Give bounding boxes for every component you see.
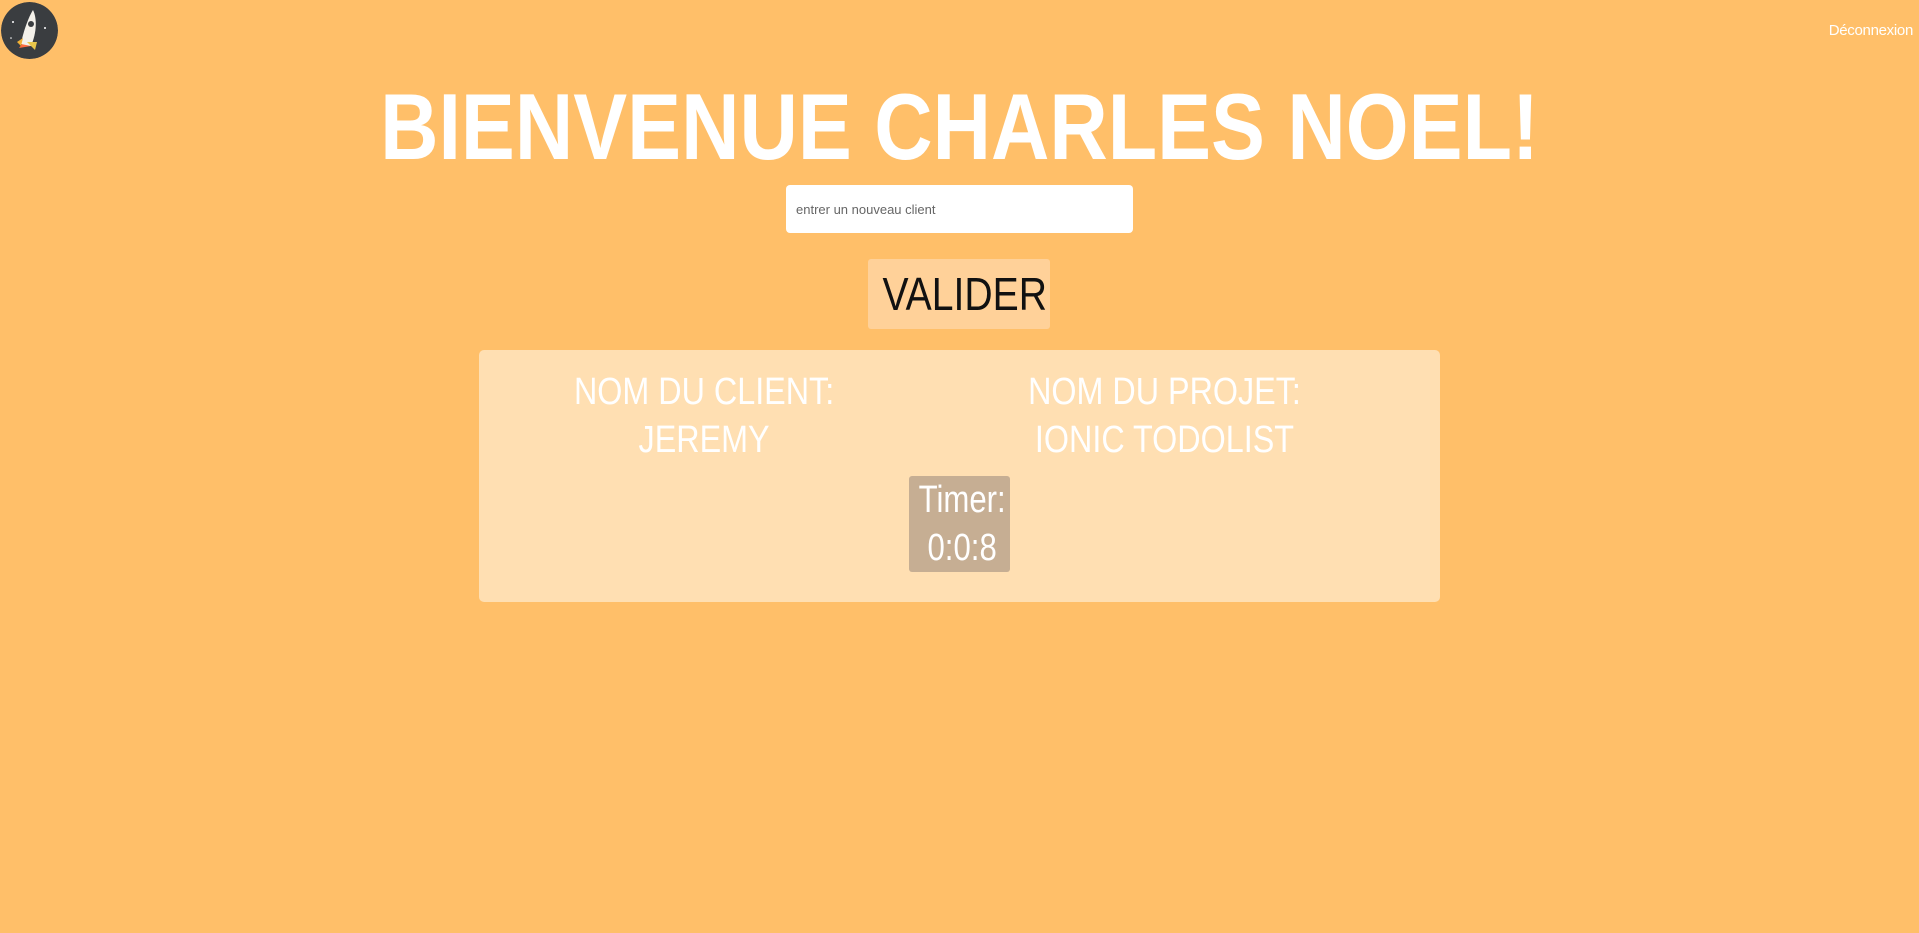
client-card: NOM DU CLIENT: JEREMY NOM DU PROJET: ION… [479,350,1440,602]
timer-value: 0:0:8 [927,527,997,569]
logout-link[interactable]: Déconnexion [1829,22,1914,39]
client-field: NOM DU CLIENT: JEREMY [484,368,924,464]
rocket-logo-icon [1,2,58,59]
new-client-input[interactable] [786,185,1133,233]
project-label: NOM DU PROJET: [1027,371,1301,413]
submit-button-label: VALIDER [882,268,1047,320]
timer-label: Timer: [918,479,1006,521]
submit-button[interactable]: VALIDER [868,259,1050,329]
client-label: NOM DU CLIENT: [573,371,835,413]
project-value: IONIC TODOLIST [1034,419,1294,461]
page-title: BIENVENUE CHARLES NOEL! [380,74,1539,179]
client-value: JEREMY [638,419,770,461]
project-field: NOM DU PROJET: IONIC TODOLIST [944,368,1384,464]
timer-button[interactable]: Timer: 0:0:8 [909,476,1010,572]
